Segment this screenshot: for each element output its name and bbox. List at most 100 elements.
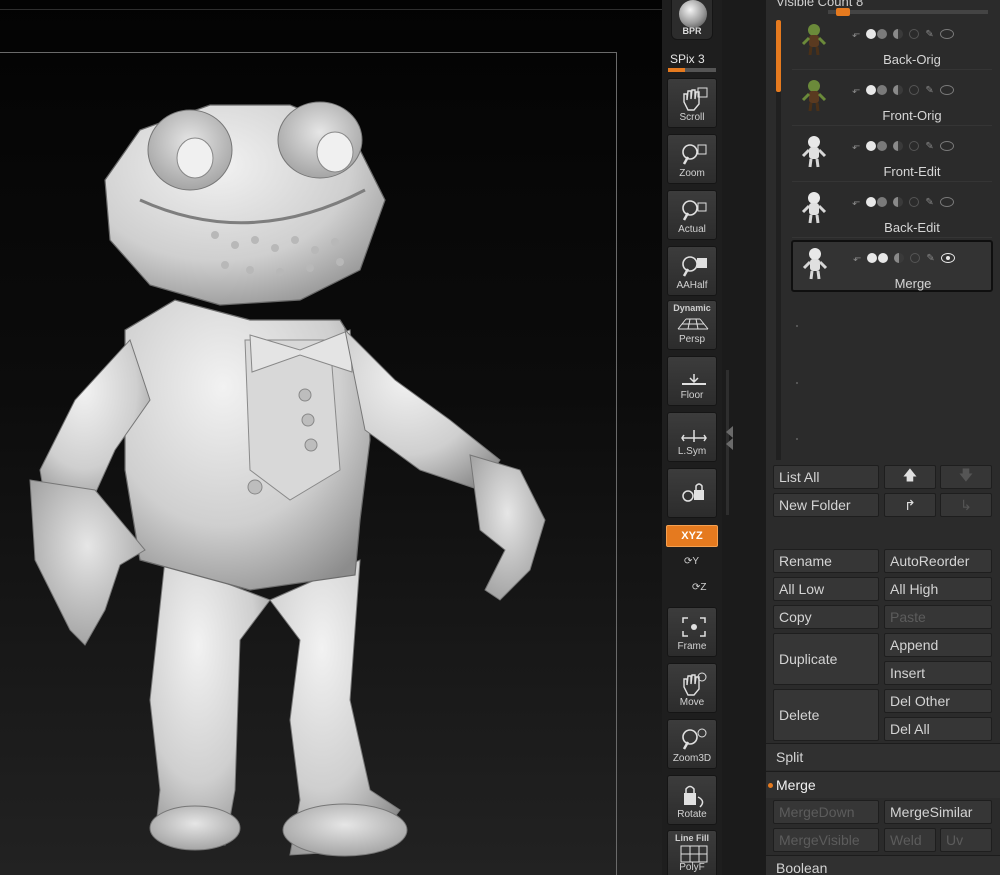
- scroll-button[interactable]: Scroll: [667, 78, 717, 128]
- subtool-item[interactable]: ⬐ ✎ Front-Edit: [792, 130, 992, 182]
- local-symmetry-icon: [681, 430, 707, 442]
- ghost-circle-icon[interactable]: [909, 29, 920, 39]
- collapse-arrow-icon[interactable]: [726, 426, 733, 438]
- zoom-button[interactable]: Zoom: [667, 134, 717, 184]
- subtool-name: Front-Orig: [882, 108, 942, 123]
- new-folder-button[interactable]: New Folder: [773, 493, 879, 517]
- boolean-section-label: Boolean: [776, 860, 828, 875]
- arrow-up-icon: 🡅: [902, 467, 918, 483]
- persp-button[interactable]: Dynamic Persp: [667, 300, 717, 350]
- ghost-circle-icon[interactable]: [909, 141, 920, 151]
- rename-button[interactable]: Rename: [773, 549, 879, 573]
- pencil-icon[interactable]: ✎: [925, 29, 933, 40]
- append-button[interactable]: Append: [884, 633, 992, 657]
- pencil-icon[interactable]: ✎: [926, 253, 934, 264]
- bpr-sphere-icon: [679, 0, 707, 28]
- eye-visibility-icon[interactable]: [940, 253, 955, 263]
- xyz-label: XYZ: [681, 530, 703, 542]
- visible-count-slider-knob[interactable]: [836, 8, 850, 16]
- aahalf-button[interactable]: AAHalf: [667, 246, 717, 296]
- pencil-icon[interactable]: ✎: [925, 141, 933, 152]
- delete-button[interactable]: Delete: [773, 689, 879, 741]
- uv-button[interactable]: Uv: [940, 828, 992, 852]
- subtool-scroll-thumb[interactable]: [776, 20, 781, 92]
- list-all-button[interactable]: List All: [773, 465, 879, 489]
- panel-separator[interactable]: [722, 0, 766, 875]
- subtool-list-scrollbar[interactable]: [776, 20, 781, 460]
- half-circle-icon[interactable]: [893, 197, 904, 207]
- eye-visibility-icon[interactable]: [939, 197, 954, 207]
- merge-visible-button[interactable]: MergeVisible: [773, 828, 879, 852]
- auto-reorder-button[interactable]: AutoReorder: [884, 549, 992, 573]
- eye-visibility-icon[interactable]: [939, 141, 954, 151]
- subtool-name: Merge: [894, 276, 932, 291]
- move-up-button[interactable]: 🡅: [884, 465, 936, 489]
- arrow-icon[interactable]: ⬐: [852, 141, 860, 152]
- half-circle-icon[interactable]: [894, 253, 905, 263]
- move-into-folder-button[interactable]: ↱: [884, 493, 936, 517]
- subtool-item[interactable]: ⬐ ✎ Front-Orig: [792, 74, 992, 126]
- collapse-arrow-icon-2[interactable]: [726, 438, 733, 450]
- paste-button[interactable]: Paste: [884, 605, 992, 629]
- all-low-button[interactable]: All Low: [773, 577, 879, 601]
- ghost-circle-icon[interactable]: [909, 85, 920, 95]
- del-all-button[interactable]: Del All: [884, 717, 992, 741]
- merge-down-button[interactable]: MergeDown: [773, 800, 879, 824]
- arrow-icon[interactable]: ⬐: [853, 253, 861, 264]
- dynamic-label: Dynamic: [673, 303, 711, 313]
- visible-count-slider[interactable]: [828, 10, 988, 14]
- polypaint-toggle[interactable]: [866, 85, 888, 95]
- polypaint-toggle[interactable]: [866, 197, 888, 207]
- ghost-circle-icon[interactable]: [909, 197, 920, 207]
- eye-visibility-icon[interactable]: [939, 29, 954, 39]
- actual-button[interactable]: Actual: [667, 190, 717, 240]
- eye-visibility-icon[interactable]: [939, 85, 954, 95]
- polypaint-toggle[interactable]: [867, 253, 889, 263]
- duplicate-button[interactable]: Duplicate: [773, 633, 879, 685]
- zoom3d-button[interactable]: Zoom3D: [667, 719, 717, 769]
- floor-button[interactable]: Floor: [667, 356, 717, 406]
- dot-icon: [866, 85, 877, 95]
- pencil-icon[interactable]: ✎: [925, 197, 933, 208]
- polypaint-toggle[interactable]: [866, 29, 888, 39]
- subtool-item[interactable]: ⬐ ✎ Back-Edit: [792, 186, 992, 238]
- canvas-viewport[interactable]: [0, 0, 665, 875]
- pencil-icon[interactable]: ✎: [925, 85, 933, 96]
- half-circle-icon[interactable]: [893, 141, 904, 151]
- hand-move-icon: [683, 672, 707, 696]
- all-high-button[interactable]: All High: [884, 577, 992, 601]
- z-axis-button[interactable]: ⟳Z: [692, 582, 707, 593]
- move-down-button[interactable]: 🡇: [940, 465, 992, 489]
- subtool-item[interactable]: ⬐ ✎ Merge: [791, 240, 993, 292]
- magnifier-aahalf-icon: [682, 256, 707, 277]
- subtool-item[interactable]: ⬐ ✎ Back-Orig: [792, 18, 992, 70]
- subtool-controls: ⬐ ✎: [852, 138, 992, 154]
- arrow-turn-right-icon: ↱: [904, 496, 916, 513]
- lsym-button[interactable]: L.Sym: [667, 412, 717, 462]
- spix-slider[interactable]: [668, 68, 716, 72]
- frame-button[interactable]: Frame: [667, 607, 717, 657]
- camera-lock-button[interactable]: [667, 468, 717, 518]
- polyf-button[interactable]: Line Fill PolyF: [667, 830, 717, 875]
- arrow-icon[interactable]: ⬐: [852, 197, 860, 208]
- xyz-rotation-button[interactable]: XYZ: [666, 525, 718, 547]
- polypaint-toggle[interactable]: [866, 141, 888, 151]
- arrow-icon[interactable]: ⬐: [852, 85, 860, 96]
- y-axis-button[interactable]: ⟳Y: [684, 556, 699, 567]
- del-other-button[interactable]: Del Other: [884, 689, 992, 713]
- half-circle-icon[interactable]: [893, 29, 904, 39]
- rotate-button[interactable]: Rotate: [667, 775, 717, 825]
- weld-button[interactable]: Weld: [884, 828, 936, 852]
- arrow-icon[interactable]: ⬐: [852, 29, 860, 40]
- copy-button[interactable]: Copy: [773, 605, 879, 629]
- bpr-button[interactable]: BPR: [671, 0, 713, 40]
- merge-similar-button[interactable]: MergeSimilar: [884, 800, 992, 824]
- move-out-folder-button[interactable]: ↳: [940, 493, 992, 517]
- dot-icon: [877, 29, 888, 39]
- insert-button[interactable]: Insert: [884, 661, 992, 685]
- move-button[interactable]: Move: [667, 663, 717, 713]
- half-circle-icon[interactable]: [893, 85, 904, 95]
- frog-sculpt-model[interactable]: [0, 0, 665, 875]
- dot-icon: [878, 253, 889, 263]
- ghost-circle-icon[interactable]: [910, 253, 921, 263]
